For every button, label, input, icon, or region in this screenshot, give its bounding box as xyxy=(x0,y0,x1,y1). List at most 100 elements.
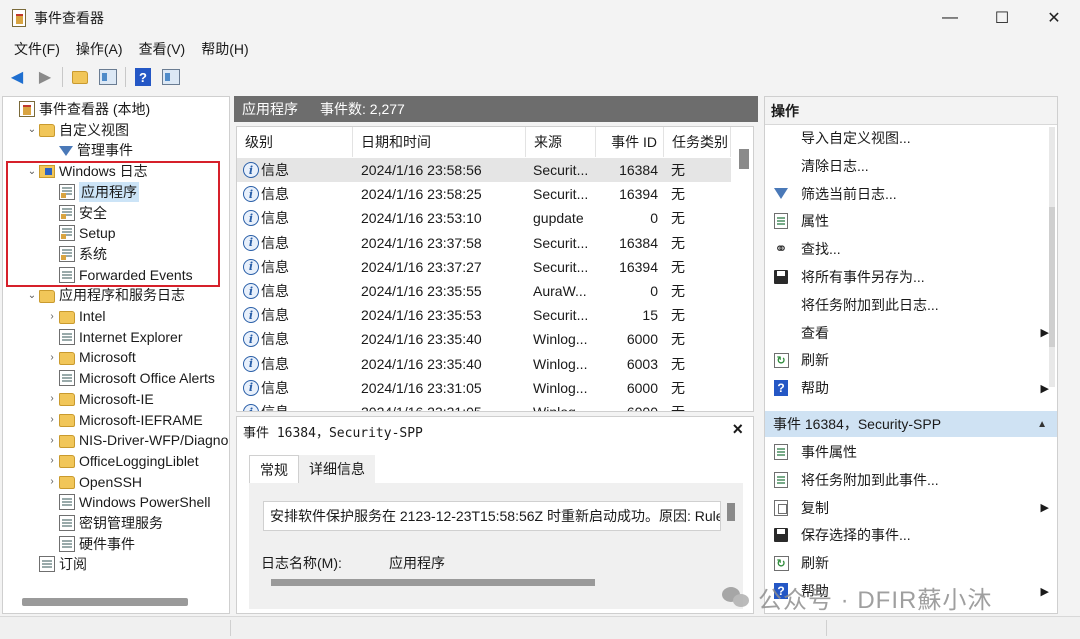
tree-item[interactable]: › NIS-Driver-WFP/Diagno xyxy=(47,430,228,450)
action-item[interactable]: 筛选当前日志... xyxy=(765,181,1057,207)
action-item[interactable]: 查看 ▶ xyxy=(765,320,1057,346)
action-item[interactable]: 将任务附加到此事件... xyxy=(765,467,1057,493)
tree-item[interactable]: 应用程序 xyxy=(47,181,139,202)
tree-item[interactable]: › Microsoft xyxy=(47,347,135,367)
event-list-scrollbar[interactable] xyxy=(739,149,749,169)
event-row[interactable]: i 信息 2024/1/16 23:58:56 Securit... 16384 无 xyxy=(237,158,731,182)
tree-item[interactable]: 硬件事件 xyxy=(47,534,135,554)
action-item[interactable]: 保存选择的事件... xyxy=(765,522,1057,548)
event-row[interactable]: i 信息 2024/1/16 23:58:25 Securit... 16394 无 xyxy=(237,182,731,206)
event-source: Securit... xyxy=(533,186,589,203)
tree-item[interactable]: Forwarded Events xyxy=(47,265,193,285)
collapsed-chevron-icon[interactable]: › xyxy=(47,414,57,425)
tree-item[interactable]: › Intel xyxy=(47,306,105,326)
event-source: Winlog... xyxy=(533,404,588,412)
expand-chevron-icon[interactable]: ⌄ xyxy=(27,290,37,301)
detail-horizontal-scrollbar[interactable] xyxy=(271,579,595,586)
info-icon: i xyxy=(243,210,259,227)
minimize-button[interactable]: — xyxy=(924,0,976,36)
tree-item[interactable]: › Microsoft-IEFRAME xyxy=(47,410,202,430)
show-hide-action-pane-icon[interactable] xyxy=(160,66,182,88)
menu-file[interactable]: 文件(F) xyxy=(6,39,68,59)
event-row[interactable]: i 信息 2024/1/16 23:31:05 Winlog... 6000 无 xyxy=(237,376,731,400)
event-task-category: 无 xyxy=(671,355,685,372)
column-task-category[interactable]: 任务类别 xyxy=(664,127,731,157)
tree-item[interactable]: Setup xyxy=(47,223,116,243)
toolbar-separator xyxy=(62,67,63,87)
tree-item[interactable]: Microsoft Office Alerts xyxy=(47,368,215,388)
close-detail-icon[interactable]: × xyxy=(732,419,743,440)
action-item[interactable]: 将任务附加到此日志... xyxy=(765,292,1057,318)
collapsed-chevron-icon[interactable]: › xyxy=(47,311,57,322)
tree-item[interactable]: ⌄ 应用程序和服务日志 xyxy=(27,285,185,305)
column-datetime[interactable]: 日期和时间 xyxy=(353,127,526,157)
tree-item[interactable]: Internet Explorer xyxy=(47,327,183,347)
collapsed-chevron-icon[interactable]: › xyxy=(47,435,57,446)
event-row[interactable]: i 信息 2024/1/16 23:37:27 Securit... 16394 无 xyxy=(237,255,731,279)
tree-item[interactable]: 事件查看器 (本地) xyxy=(7,99,150,119)
action-item[interactable]: 清除日志... xyxy=(765,153,1057,179)
action-item[interactable]: ? 帮助 ▶ xyxy=(765,375,1057,401)
maximize-button[interactable]: ☐ xyxy=(976,0,1028,36)
tree-item[interactable]: ⌄ 自定义视图 xyxy=(27,120,129,140)
event-row[interactable]: i 信息 2024/1/16 23:37:58 Securit... 16384 无 xyxy=(237,231,731,255)
action-item[interactable]: ↻ 刷新 xyxy=(765,347,1057,373)
show-hide-tree-icon[interactable] xyxy=(97,66,119,88)
event-row[interactable]: i 信息 2024/1/16 23:35:40 Winlog... 6000 无 xyxy=(237,327,731,351)
action-item[interactable]: 导入自定义视图... xyxy=(765,125,1057,151)
up-folder-icon[interactable] xyxy=(69,66,91,88)
column-event-id[interactable]: 事件 ID xyxy=(596,127,664,157)
action-item[interactable]: 将所有事件另存为... xyxy=(765,264,1057,290)
tree-item[interactable]: › OfficeLoggingLiblet xyxy=(47,451,198,471)
message-scrollbar[interactable] xyxy=(727,503,735,521)
action-item[interactable]: ↻ 刷新 xyxy=(765,550,1057,576)
collapsed-chevron-icon[interactable]: › xyxy=(47,476,57,487)
collapsed-chevron-icon[interactable]: › xyxy=(47,455,57,466)
menu-view[interactable]: 查看(V) xyxy=(131,39,194,59)
tree-item[interactable]: ⌄ Windows 日志 xyxy=(27,161,148,181)
event-actions-section-header[interactable]: 事件 16384，Security-SPP ▲ xyxy=(765,411,1057,437)
tab-details[interactable]: 详细信息 xyxy=(299,455,375,483)
event-task-category: 无 xyxy=(671,162,685,178)
event-level: i 信息 xyxy=(243,206,351,230)
tree-item[interactable]: 密钥管理服务 xyxy=(47,513,163,533)
expand-chevron-icon[interactable]: ⌄ xyxy=(27,124,37,135)
menu-action[interactable]: 操作(A) xyxy=(68,39,131,59)
help-icon[interactable]: ? xyxy=(132,66,154,88)
tree-item[interactable]: › Microsoft-IE xyxy=(47,389,153,409)
action-item[interactable]: 属性 xyxy=(765,208,1057,234)
tree-item[interactable]: 管理事件 xyxy=(47,140,133,160)
tree-item[interactable]: › OpenSSH xyxy=(47,472,142,492)
tree-horizontal-scrollbar[interactable] xyxy=(22,598,188,606)
column-source[interactable]: 来源 xyxy=(526,127,596,157)
collapse-caret-icon[interactable]: ▲ xyxy=(1037,419,1047,430)
event-row[interactable]: i 信息 2024/1/16 23:35:55 AuraW... 0 无 xyxy=(237,279,731,303)
tree-item[interactable]: 订阅 xyxy=(27,554,87,574)
action-item[interactable]: 复制 ▶ xyxy=(765,495,1057,521)
status-bar xyxy=(0,616,1080,639)
collapsed-chevron-icon[interactable]: › xyxy=(47,352,57,363)
event-row[interactable]: i 信息 2024/1/16 23:53:10 gupdate 0 无 xyxy=(237,206,731,230)
event-message[interactable]: 安排软件保护服务在 2123-12-23T15:58:56Z 时重新启动成功。原… xyxy=(263,501,721,531)
back-arrow-icon[interactable]: ◀ xyxy=(6,66,28,88)
collapsed-chevron-icon[interactable]: › xyxy=(47,393,57,404)
menu-help[interactable]: 帮助(H) xyxy=(193,39,256,59)
action-item[interactable]: 事件属性 xyxy=(765,439,1057,465)
event-id: 16384 xyxy=(619,234,658,251)
tree-item[interactable]: 安全 xyxy=(47,203,107,223)
event-row[interactable]: i 信息 2024/1/16 23:35:53 Securit... 15 无 xyxy=(237,303,731,327)
action-label: 将所有事件另存为... xyxy=(801,269,925,285)
action-item[interactable]: ⚭ 查找... xyxy=(765,236,1057,262)
tree-item[interactable]: 系统 xyxy=(47,244,107,264)
tree-item-label: 事件查看器 (本地) xyxy=(39,101,151,117)
forward-arrow-icon[interactable]: ▶ xyxy=(34,66,56,88)
event-row[interactable]: i 信息 2024/1/16 23:31:05 Winlog... 6000 无 xyxy=(237,400,731,412)
expand-chevron-icon[interactable]: ⌄ xyxy=(27,166,37,177)
event-source: Securit... xyxy=(533,307,589,324)
submenu-arrow-icon: ▶ xyxy=(1040,585,1049,598)
close-button[interactable]: ✕ xyxy=(1028,0,1080,36)
column-level[interactable]: 级别 xyxy=(237,127,353,157)
tree-item[interactable]: Windows PowerShell xyxy=(47,492,211,512)
event-row[interactable]: i 信息 2024/1/16 23:35:40 Winlog... 6003 无 xyxy=(237,352,731,376)
tab-general[interactable]: 常规 xyxy=(249,455,299,483)
